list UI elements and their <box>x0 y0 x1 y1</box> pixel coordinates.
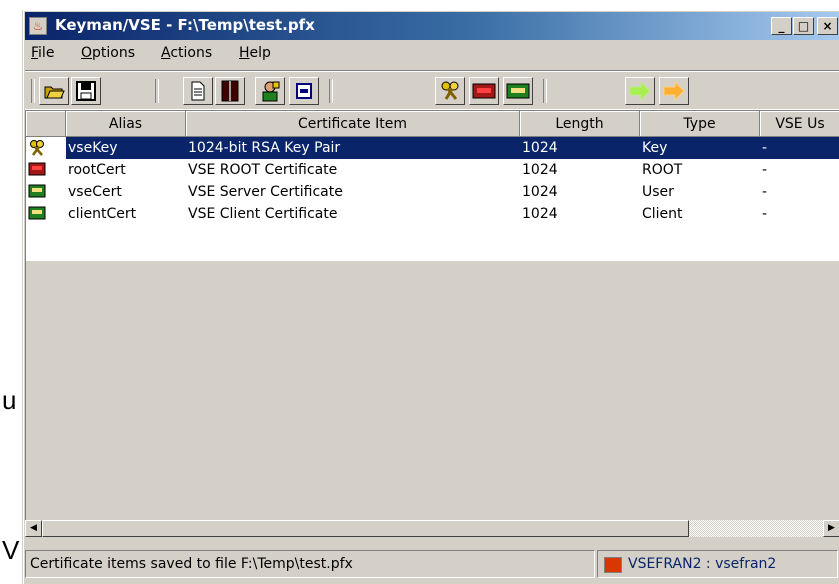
cell-alias: vseKey <box>66 137 186 159</box>
cell-type: ROOT <box>642 162 683 178</box>
root-cert-icon <box>472 83 496 99</box>
minimize-button[interactable]: _ <box>771 17 792 35</box>
cell-length: 1024 <box>522 162 558 178</box>
key-pair-icon <box>30 140 44 156</box>
user-cert-icon <box>28 184 46 198</box>
toolbar-separator <box>329 79 333 103</box>
status-connection: VSEFRAN2 : vsefran2 <box>597 550 838 578</box>
table-row[interactable]: vseKey 1024-bit RSA Key Pair 1024 Key - <box>26 137 839 159</box>
column-header-length[interactable]: Length <box>520 111 640 137</box>
scroll-right-button[interactable]: ▶ <box>823 520 839 537</box>
connection-label: VSEFRAN2 : vsefran2 <box>628 556 777 572</box>
cell-vse-user: - <box>762 162 768 178</box>
cell-alias: vseCert <box>68 184 122 200</box>
user-certificate-button[interactable] <box>503 77 533 105</box>
save-icon <box>76 81 96 101</box>
toolbar <box>25 70 839 110</box>
root-certificate-button[interactable] <box>469 77 499 105</box>
column-header-vse-user[interactable]: VSE Us <box>760 111 839 137</box>
table-row[interactable]: rootCert VSE ROOT Certificate 1024 ROOT … <box>26 159 839 181</box>
cell-vse-user: - <box>762 184 768 200</box>
open-icon <box>44 86 65 99</box>
key-pair-icon <box>441 81 459 100</box>
cell-vse-user: - <box>762 206 768 222</box>
scroll-left-button[interactable]: ◀ <box>25 520 42 537</box>
cell-certificate-item: VSE Server Certificate <box>188 184 343 200</box>
cell-alias: clientCert <box>68 206 137 222</box>
open-button[interactable] <box>39 77 69 105</box>
toolbar-grip <box>31 79 35 103</box>
menu-options[interactable]: Options <box>81 45 135 61</box>
certificate-list[interactable]: Alias Certificate Item Length Type VSE U… <box>25 110 839 537</box>
cell-type: User <box>642 184 674 200</box>
book-icon <box>221 80 239 102</box>
menu-bar: File Options Actions Help <box>25 42 839 66</box>
status-message: Certificate items saved to file F:\Temp\… <box>25 550 595 578</box>
cell-type: Key <box>640 137 760 159</box>
table-row[interactable]: clientCert VSE Client Certificate 1024 C… <box>26 203 839 225</box>
horizontal-scrollbar[interactable]: ◀ ▶ <box>25 520 839 537</box>
cell-certificate-item: VSE Client Certificate <box>188 206 338 222</box>
scroll-thumb[interactable] <box>42 520 689 537</box>
cell-vse-user: - <box>760 137 839 159</box>
menu-actions[interactable]: Actions <box>161 45 212 61</box>
user-cert-icon <box>28 206 46 220</box>
background-text-fragment: V <box>2 535 20 565</box>
new-document-button[interactable] <box>183 77 213 105</box>
window-title: Keyman/VSE - F:\Temp\test.pfx <box>55 16 315 34</box>
close-button[interactable]: × <box>817 17 838 35</box>
save-button[interactable] <box>71 77 101 105</box>
cell-certificate-item: VSE ROOT Certificate <box>188 162 338 178</box>
document-icon <box>191 81 205 101</box>
export-green-button[interactable] <box>625 77 655 105</box>
cell-certificate-item: 1024-bit RSA Key Pair <box>186 137 520 159</box>
menu-help[interactable]: Help <box>239 45 271 61</box>
list-body: vseKey 1024-bit RSA Key Pair 1024 Key - … <box>26 137 839 261</box>
table-row[interactable]: vseCert VSE Server Certificate 1024 User… <box>26 181 839 203</box>
scroll-track[interactable] <box>689 520 823 537</box>
cell-alias: rootCert <box>68 162 126 178</box>
key-pair-button[interactable] <box>435 77 465 105</box>
book-button[interactable] <box>215 77 245 105</box>
connection-status-indicator <box>604 557 622 573</box>
arrow-right-orange-icon <box>663 81 685 101</box>
keyman-window: ♨ Keyman/VSE - F:\Temp\test.pfx _ □ × Fi… <box>22 10 839 584</box>
toolbar-separator <box>543 79 547 103</box>
person-key-icon <box>262 81 280 102</box>
java-cup-icon[interactable]: ♨ <box>29 17 47 35</box>
root-cert-icon <box>28 162 46 176</box>
maximize-button[interactable]: □ <box>793 17 814 35</box>
menu-file[interactable]: File <box>31 45 54 61</box>
title-bar[interactable]: ♨ Keyman/VSE - F:\Temp\test.pfx _ □ × <box>25 12 839 40</box>
certificate-view-icon <box>296 83 312 99</box>
export-orange-button[interactable] <box>659 77 689 105</box>
cell-length: 1024 <box>520 137 640 159</box>
cell-length: 1024 <box>522 184 558 200</box>
user-cert-icon <box>506 83 530 99</box>
view-certificate-button[interactable] <box>289 77 319 105</box>
cell-length: 1024 <box>522 206 558 222</box>
column-header-icon[interactable] <box>26 111 66 137</box>
arrow-right-green-icon <box>629 81 651 101</box>
toolbar-separator <box>155 79 159 103</box>
column-header-certificate-item[interactable]: Certificate Item <box>186 111 520 137</box>
column-header-alias[interactable]: Alias <box>66 111 186 137</box>
person-key-button[interactable] <box>255 77 285 105</box>
column-header-type[interactable]: Type <box>640 111 760 137</box>
cell-type: Client <box>642 206 683 222</box>
background-text-fragment: u <box>2 385 17 415</box>
